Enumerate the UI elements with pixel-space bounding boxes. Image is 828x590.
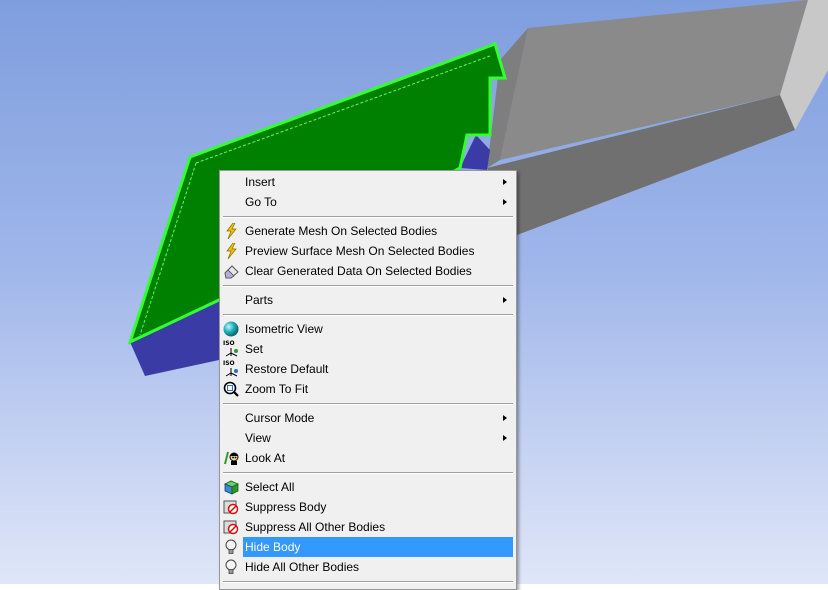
menu-separator [222, 310, 513, 319]
menu-item-suppress-all-other-bodies[interactable]: Suppress All Other Bodies [222, 517, 513, 537]
eraser-icon [223, 263, 240, 279]
submenu-arrow-icon [503, 415, 507, 421]
menu-item-parts[interactable]: Parts [222, 290, 513, 310]
iso-set-icon: ISO [223, 341, 240, 357]
menu-item-look-at[interactable]: Look At [222, 448, 513, 468]
menu-item-label: Parts [245, 293, 274, 307]
menu-item-label: Insert [245, 175, 276, 189]
menu-item-restore-default[interactable]: ISO Restore Default [222, 359, 513, 379]
menu-separator [222, 281, 513, 290]
menu-separator [222, 212, 513, 221]
menu-item-label: Generate Mesh On Selected Bodies [245, 224, 438, 238]
context-menu: Insert Go To Generate Mesh On Selected B… [219, 170, 517, 590]
submenu-arrow-icon [503, 179, 507, 185]
menu-separator [222, 399, 513, 408]
menu-separator [222, 468, 513, 477]
menu-item-hide-body[interactable]: Hide Body [222, 537, 513, 557]
menu-item-label: View [245, 431, 271, 445]
menu-item-label: Zoom To Fit [245, 382, 309, 396]
look-at-icon [223, 450, 240, 466]
menu-item-insert[interactable]: Insert [222, 172, 513, 192]
menu-item-generate-mesh[interactable]: Generate Mesh On Selected Bodies [222, 221, 513, 241]
suppress-icon [223, 519, 240, 535]
zoom-fit-icon [223, 381, 240, 397]
menu-item-label: Suppress All Other Bodies [245, 520, 386, 534]
menu-item-label: Hide Body [243, 537, 513, 557]
menu-separator [222, 577, 513, 586]
menu-item-go-to[interactable]: Go To [222, 192, 513, 212]
lightning-icon [223, 242, 240, 260]
menu-item-label: Clear Generated Data On Selected Bodies [245, 264, 472, 278]
sphere-icon [223, 321, 240, 337]
menu-item-suppress-body[interactable]: Suppress Body [222, 497, 513, 517]
menu-item-hide-all-other-bodies[interactable]: Hide All Other Bodies [222, 557, 513, 577]
menu-item-label: Restore Default [245, 362, 329, 376]
iso-restore-icon: ISO [223, 361, 240, 377]
menu-item-zoom-to-fit[interactable]: Zoom To Fit [222, 379, 513, 399]
lightbulb-icon [223, 559, 240, 575]
menu-item-view[interactable]: View [222, 428, 513, 448]
menu-item-isometric-view[interactable]: Isometric View [222, 319, 513, 339]
suppress-icon [223, 499, 240, 515]
submenu-arrow-icon [503, 297, 507, 303]
menu-item-cursor-mode[interactable]: Cursor Mode [222, 408, 513, 428]
menu-item-set[interactable]: ISO Set [222, 339, 513, 359]
menu-item-label: Cursor Mode [245, 411, 315, 425]
submenu-arrow-icon [503, 199, 507, 205]
menu-item-label: Isometric View [245, 322, 323, 336]
menu-item-label: Select All [245, 480, 295, 494]
lightning-icon [223, 222, 240, 240]
menu-item-label: Preview Surface Mesh On Selected Bodies [245, 244, 475, 258]
lightbulb-icon [223, 539, 240, 555]
submenu-arrow-icon [503, 435, 507, 441]
menu-item-label: Suppress Body [245, 500, 327, 514]
menu-item-label: Set [245, 342, 264, 356]
select-all-icon [223, 479, 240, 495]
menu-item-preview-surface-mesh[interactable]: Preview Surface Mesh On Selected Bodies [222, 241, 513, 261]
menu-item-clear-generated-data[interactable]: Clear Generated Data On Selected Bodies [222, 261, 513, 281]
menu-item-label: Look At [245, 451, 286, 465]
menu-item-label: Hide All Other Bodies [245, 560, 360, 574]
menu-item-label: Go To [245, 195, 277, 209]
menu-item-select-all[interactable]: Select All [222, 477, 513, 497]
